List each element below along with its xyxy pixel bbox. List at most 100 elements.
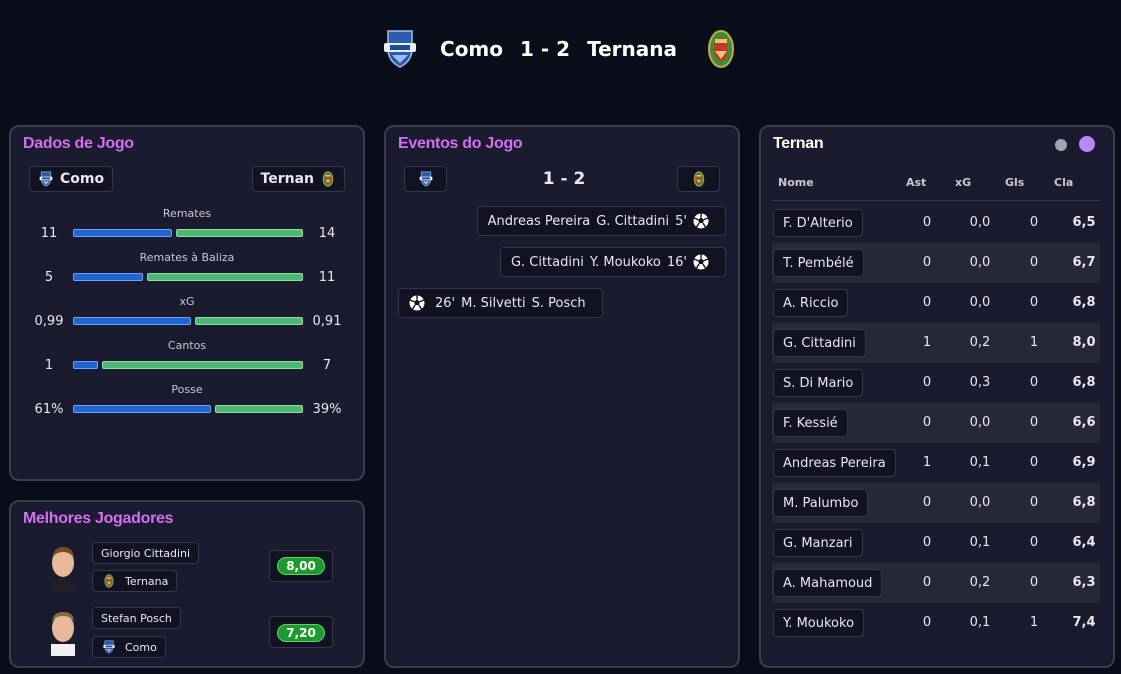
player-team: Como (125, 640, 157, 654)
player-name-chip[interactable]: A. Riccio (773, 289, 849, 317)
cell-xg: 0,1 (969, 615, 991, 630)
table-row[interactable]: A. Riccio 0 0,0 0 6,8 (772, 283, 1100, 323)
player-team: Ternana (125, 574, 169, 588)
match-stats-panel: Dados de Jogo Como Ternan Remates 11 14 Rem… (9, 125, 365, 481)
table-row[interactable]: G. Cittadini 1 0,2 1 8,0 (772, 323, 1100, 363)
cell-xg: 0,2 (969, 335, 991, 350)
cell-cla: 6,5 (1072, 215, 1096, 230)
cell-gls: 0 (1029, 575, 1039, 590)
stat-label: xG (179, 295, 195, 308)
goal-event[interactable]: 26' M. Silvetti S. Posch (398, 288, 603, 318)
cell-ast: 0 (922, 615, 932, 630)
player-name: Giorgio Cittadini (101, 546, 191, 560)
stat-label: Posse (171, 383, 203, 396)
column-header-gls[interactable]: Gls (1005, 176, 1024, 189)
event-assist: Andreas Pereira (487, 213, 591, 229)
event-minute: 16' (666, 254, 687, 270)
toggle-dot-inactive[interactable] (1055, 139, 1067, 151)
stat-label: Cantos (167, 339, 207, 352)
table-row[interactable]: T. Pembélé 0 0,0 0 6,7 (772, 243, 1100, 283)
player-name-chip[interactable]: A. Mahamoud (773, 569, 883, 597)
toggle-dot-active[interactable] (1079, 136, 1095, 152)
cell-ast: 0 (922, 535, 932, 550)
away-chip-label: Ternan (260, 171, 314, 187)
stat-home-bar (73, 273, 143, 281)
cell-xg: 0,0 (969, 255, 991, 270)
table-row[interactable]: F. Kessié 0 0,0 0 6,6 (772, 403, 1100, 443)
cell-cla: 8,0 (1072, 335, 1096, 350)
goal-event[interactable]: Andreas Pereira G. Cittadini 5' (476, 206, 726, 236)
player-team-chip[interactable]: Como (92, 636, 166, 658)
cell-ast: 0 (922, 415, 932, 430)
cell-xg: 0,2 (969, 575, 991, 590)
player-name-chip[interactable]: Stefan Posch (92, 607, 181, 629)
cell-ast: 1 (922, 335, 932, 350)
player-name-chip[interactable]: M. Palumbo (773, 489, 869, 517)
cell-cla: 6,8 (1072, 295, 1096, 310)
event-scorer: G. Cittadini (596, 213, 670, 229)
table-row[interactable]: M. Palumbo 0 0,0 0 6,8 (772, 483, 1100, 523)
como-crest-icon (38, 171, 54, 187)
match-header: Como 1 - 2 Ternana (0, 28, 1121, 70)
cell-ast: 0 (922, 495, 932, 510)
home-team-chip[interactable] (404, 166, 447, 192)
como-crest-icon (101, 639, 117, 655)
event-scorer: Y. Moukoko (589, 254, 661, 270)
cell-xg: 0,0 (969, 295, 991, 310)
avatar (43, 606, 83, 656)
cell-gls: 1 (1029, 615, 1039, 630)
table-row[interactable]: Andreas Pereira 1 0,1 0 6,9 (772, 443, 1100, 483)
table-row[interactable]: G. Manzari 0 0,1 0 6,4 (772, 523, 1100, 563)
soccer-ball-icon (693, 213, 709, 229)
column-header-xg[interactable]: xG (955, 176, 971, 189)
goal-event[interactable]: G. Cittadini Y. Moukoko 16' (499, 247, 726, 277)
cell-xg: 0,1 (969, 455, 991, 470)
player-name-chip[interactable]: Andreas Pereira (773, 449, 896, 477)
stat-away-value: 11 (318, 270, 336, 285)
player-name-chip[interactable]: S. Di Mario (773, 369, 864, 397)
player-name: Stefan Posch (101, 611, 172, 625)
home-team-chip[interactable]: Como (29, 166, 114, 192)
cell-gls: 0 (1029, 295, 1039, 310)
stat-home-bar (73, 229, 172, 237)
player-name-chip[interactable]: G. Cittadini (773, 329, 866, 357)
away-team-chip[interactable]: Ternan (251, 166, 345, 192)
stat-away-bar (102, 361, 303, 369)
player-team-chip[interactable]: Ternana (92, 570, 178, 592)
table-header-divider (772, 200, 1100, 201)
cell-gls: 0 (1029, 375, 1039, 390)
player-name-chip[interactable]: T. Pembélé (773, 249, 864, 277)
player-name-chip[interactable]: F. Kessié (773, 409, 848, 437)
player-name-chip[interactable]: Giorgio Cittadini (92, 542, 200, 564)
stat-home-bar (73, 361, 98, 369)
player-name-chip[interactable]: G. Manzari (773, 529, 863, 557)
cell-gls: 0 (1029, 455, 1039, 470)
column-header-name[interactable]: Nome (778, 176, 814, 189)
stat-home-value: 1 (44, 358, 54, 373)
stat-away-bar (195, 317, 303, 325)
player-name-chip[interactable]: F. D'Alterio (773, 209, 863, 237)
cell-cla: 7,4 (1072, 615, 1096, 630)
panel-title: Ternan (773, 135, 824, 152)
stat-label: Remates à Baliza (139, 251, 235, 264)
best-players-panel: Melhores Jogadores Giorgio Cittadini Ter… (9, 500, 365, 668)
column-header-cla[interactable]: Cla (1054, 176, 1073, 189)
player-rating: 8,00 (277, 557, 325, 575)
away-team-chip[interactable] (677, 166, 720, 192)
table-row[interactable]: F. D'Alterio 0 0,0 0 6,5 (772, 203, 1100, 243)
cell-xg: 0,0 (969, 495, 991, 510)
event-assist: S. Posch (531, 295, 586, 311)
stat-home-value: 11 (40, 226, 58, 241)
table-row[interactable]: S. Di Mario 0 0,3 0 6,8 (772, 363, 1100, 403)
column-header-ast[interactable]: Ast (906, 176, 926, 189)
away-team-name: Ternana (587, 37, 677, 61)
table-row[interactable]: A. Mahamoud 0 0,2 0 6,3 (772, 563, 1100, 603)
cell-cla: 6,8 (1072, 375, 1096, 390)
player-rating: 7,20 (277, 624, 325, 642)
avatar (43, 541, 83, 591)
table-row[interactable]: Y. Moukoko 0 0,1 1 7,4 (772, 603, 1100, 643)
player-name-chip[interactable]: Y. Moukoko (773, 609, 865, 637)
ternana-crest-icon (701, 29, 741, 69)
stat-away-bar (147, 273, 303, 281)
soccer-ball-icon (693, 254, 709, 270)
